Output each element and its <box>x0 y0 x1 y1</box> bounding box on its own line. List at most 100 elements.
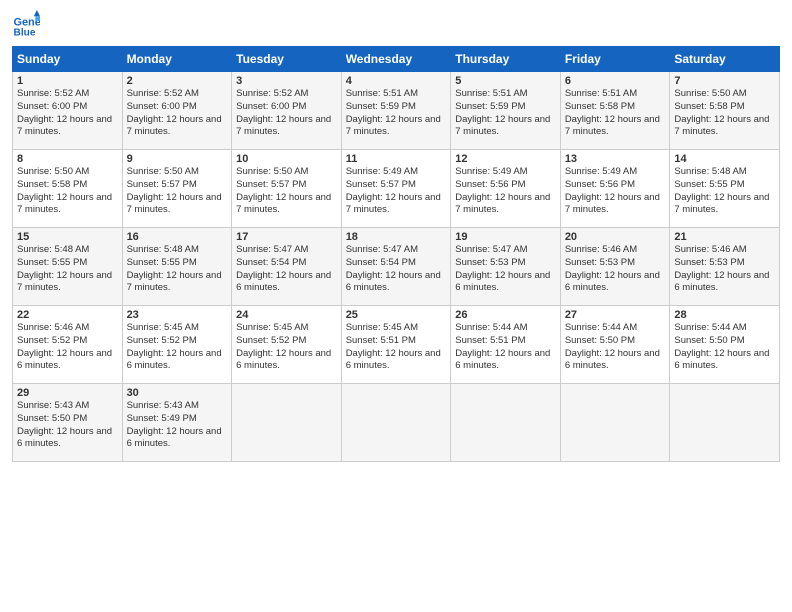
day-info: Sunrise: 5:49 AMSunset: 5:56 PMDaylight:… <box>565 166 666 217</box>
day-info: Sunrise: 5:44 AMSunset: 5:50 PMDaylight:… <box>565 322 666 373</box>
day-number: 17 <box>236 231 337 243</box>
day-info: Sunrise: 5:46 AMSunset: 5:53 PMDaylight:… <box>674 244 775 295</box>
day-number: 22 <box>17 309 118 321</box>
day-number: 8 <box>17 153 118 165</box>
day-info: Sunrise: 5:49 AMSunset: 5:57 PMDaylight:… <box>346 166 447 217</box>
day-number: 4 <box>346 75 447 87</box>
calendar-cell: 4Sunrise: 5:51 AMSunset: 5:59 PMDaylight… <box>341 72 451 150</box>
calendar-cell: 3Sunrise: 5:52 AMSunset: 6:00 PMDaylight… <box>232 72 342 150</box>
day-number: 13 <box>565 153 666 165</box>
calendar-cell: 9Sunrise: 5:50 AMSunset: 5:57 PMDaylight… <box>122 150 232 228</box>
day-info: Sunrise: 5:52 AMSunset: 6:00 PMDaylight:… <box>17 88 118 139</box>
day-info: Sunrise: 5:48 AMSunset: 5:55 PMDaylight:… <box>674 166 775 217</box>
header-cell-monday: Monday <box>122 47 232 72</box>
calendar-week-0: 1Sunrise: 5:52 AMSunset: 6:00 PMDaylight… <box>13 72 780 150</box>
day-number: 14 <box>674 153 775 165</box>
day-number: 19 <box>455 231 556 243</box>
day-info: Sunrise: 5:47 AMSunset: 5:54 PMDaylight:… <box>346 244 447 295</box>
calendar-cell: 23Sunrise: 5:45 AMSunset: 5:52 PMDayligh… <box>122 306 232 384</box>
calendar-cell: 17Sunrise: 5:47 AMSunset: 5:54 PMDayligh… <box>232 228 342 306</box>
day-number: 5 <box>455 75 556 87</box>
calendar-cell: 7Sunrise: 5:50 AMSunset: 5:58 PMDaylight… <box>670 72 780 150</box>
header-cell-wednesday: Wednesday <box>341 47 451 72</box>
day-info: Sunrise: 5:43 AMSunset: 5:49 PMDaylight:… <box>127 400 228 451</box>
calendar-cell <box>451 384 561 462</box>
day-number: 29 <box>17 387 118 399</box>
calendar-cell <box>232 384 342 462</box>
calendar-cell: 18Sunrise: 5:47 AMSunset: 5:54 PMDayligh… <box>341 228 451 306</box>
calendar-cell: 24Sunrise: 5:45 AMSunset: 5:52 PMDayligh… <box>232 306 342 384</box>
calendar-week-2: 15Sunrise: 5:48 AMSunset: 5:55 PMDayligh… <box>13 228 780 306</box>
calendar-cell: 29Sunrise: 5:43 AMSunset: 5:50 PMDayligh… <box>13 384 123 462</box>
header-cell-tuesday: Tuesday <box>232 47 342 72</box>
day-number: 12 <box>455 153 556 165</box>
day-number: 16 <box>127 231 228 243</box>
day-number: 25 <box>346 309 447 321</box>
calendar-cell: 25Sunrise: 5:45 AMSunset: 5:51 PMDayligh… <box>341 306 451 384</box>
logo-icon: General Blue <box>12 10 40 38</box>
logo: General Blue <box>12 10 44 38</box>
header-cell-sunday: Sunday <box>13 47 123 72</box>
day-number: 10 <box>236 153 337 165</box>
calendar-cell <box>560 384 670 462</box>
day-info: Sunrise: 5:45 AMSunset: 5:51 PMDaylight:… <box>346 322 447 373</box>
day-number: 26 <box>455 309 556 321</box>
day-number: 2 <box>127 75 228 87</box>
day-info: Sunrise: 5:50 AMSunset: 5:58 PMDaylight:… <box>674 88 775 139</box>
day-number: 9 <box>127 153 228 165</box>
calendar-week-3: 22Sunrise: 5:46 AMSunset: 5:52 PMDayligh… <box>13 306 780 384</box>
day-info: Sunrise: 5:48 AMSunset: 5:55 PMDaylight:… <box>127 244 228 295</box>
calendar-cell: 1Sunrise: 5:52 AMSunset: 6:00 PMDaylight… <box>13 72 123 150</box>
day-number: 24 <box>236 309 337 321</box>
calendar-cell: 19Sunrise: 5:47 AMSunset: 5:53 PMDayligh… <box>451 228 561 306</box>
day-number: 28 <box>674 309 775 321</box>
calendar-cell: 8Sunrise: 5:50 AMSunset: 5:58 PMDaylight… <box>13 150 123 228</box>
day-info: Sunrise: 5:52 AMSunset: 6:00 PMDaylight:… <box>127 88 228 139</box>
day-info: Sunrise: 5:50 AMSunset: 5:57 PMDaylight:… <box>236 166 337 217</box>
day-number: 7 <box>674 75 775 87</box>
day-number: 1 <box>17 75 118 87</box>
calendar-cell: 15Sunrise: 5:48 AMSunset: 5:55 PMDayligh… <box>13 228 123 306</box>
calendar-cell: 12Sunrise: 5:49 AMSunset: 5:56 PMDayligh… <box>451 150 561 228</box>
calendar-body: 1Sunrise: 5:52 AMSunset: 6:00 PMDaylight… <box>13 72 780 462</box>
calendar-cell: 5Sunrise: 5:51 AMSunset: 5:59 PMDaylight… <box>451 72 561 150</box>
day-info: Sunrise: 5:51 AMSunset: 5:59 PMDaylight:… <box>455 88 556 139</box>
day-number: 30 <box>127 387 228 399</box>
calendar-week-4: 29Sunrise: 5:43 AMSunset: 5:50 PMDayligh… <box>13 384 780 462</box>
header-cell-saturday: Saturday <box>670 47 780 72</box>
calendar-cell <box>341 384 451 462</box>
calendar-cell: 22Sunrise: 5:46 AMSunset: 5:52 PMDayligh… <box>13 306 123 384</box>
calendar-cell: 13Sunrise: 5:49 AMSunset: 5:56 PMDayligh… <box>560 150 670 228</box>
calendar-cell: 28Sunrise: 5:44 AMSunset: 5:50 PMDayligh… <box>670 306 780 384</box>
day-info: Sunrise: 5:51 AMSunset: 5:58 PMDaylight:… <box>565 88 666 139</box>
calendar-header-row: SundayMondayTuesdayWednesdayThursdayFrid… <box>13 47 780 72</box>
calendar-table: SundayMondayTuesdayWednesdayThursdayFrid… <box>12 46 780 462</box>
day-info: Sunrise: 5:44 AMSunset: 5:50 PMDaylight:… <box>674 322 775 373</box>
calendar-container: General Blue SundayMondayTuesdayWednesda… <box>0 0 792 612</box>
calendar-cell: 21Sunrise: 5:46 AMSunset: 5:53 PMDayligh… <box>670 228 780 306</box>
calendar-cell: 27Sunrise: 5:44 AMSunset: 5:50 PMDayligh… <box>560 306 670 384</box>
header: General Blue <box>12 10 780 38</box>
day-number: 3 <box>236 75 337 87</box>
calendar-cell: 11Sunrise: 5:49 AMSunset: 5:57 PMDayligh… <box>341 150 451 228</box>
day-info: Sunrise: 5:45 AMSunset: 5:52 PMDaylight:… <box>127 322 228 373</box>
day-info: Sunrise: 5:51 AMSunset: 5:59 PMDaylight:… <box>346 88 447 139</box>
day-info: Sunrise: 5:45 AMSunset: 5:52 PMDaylight:… <box>236 322 337 373</box>
calendar-cell: 6Sunrise: 5:51 AMSunset: 5:58 PMDaylight… <box>560 72 670 150</box>
day-info: Sunrise: 5:44 AMSunset: 5:51 PMDaylight:… <box>455 322 556 373</box>
day-number: 6 <box>565 75 666 87</box>
day-info: Sunrise: 5:43 AMSunset: 5:50 PMDaylight:… <box>17 400 118 451</box>
day-number: 21 <box>674 231 775 243</box>
day-info: Sunrise: 5:48 AMSunset: 5:55 PMDaylight:… <box>17 244 118 295</box>
day-number: 11 <box>346 153 447 165</box>
day-number: 27 <box>565 309 666 321</box>
day-info: Sunrise: 5:49 AMSunset: 5:56 PMDaylight:… <box>455 166 556 217</box>
day-number: 20 <box>565 231 666 243</box>
day-number: 15 <box>17 231 118 243</box>
calendar-cell: 10Sunrise: 5:50 AMSunset: 5:57 PMDayligh… <box>232 150 342 228</box>
day-number: 18 <box>346 231 447 243</box>
day-info: Sunrise: 5:47 AMSunset: 5:54 PMDaylight:… <box>236 244 337 295</box>
day-info: Sunrise: 5:46 AMSunset: 5:53 PMDaylight:… <box>565 244 666 295</box>
day-info: Sunrise: 5:50 AMSunset: 5:57 PMDaylight:… <box>127 166 228 217</box>
calendar-cell: 20Sunrise: 5:46 AMSunset: 5:53 PMDayligh… <box>560 228 670 306</box>
